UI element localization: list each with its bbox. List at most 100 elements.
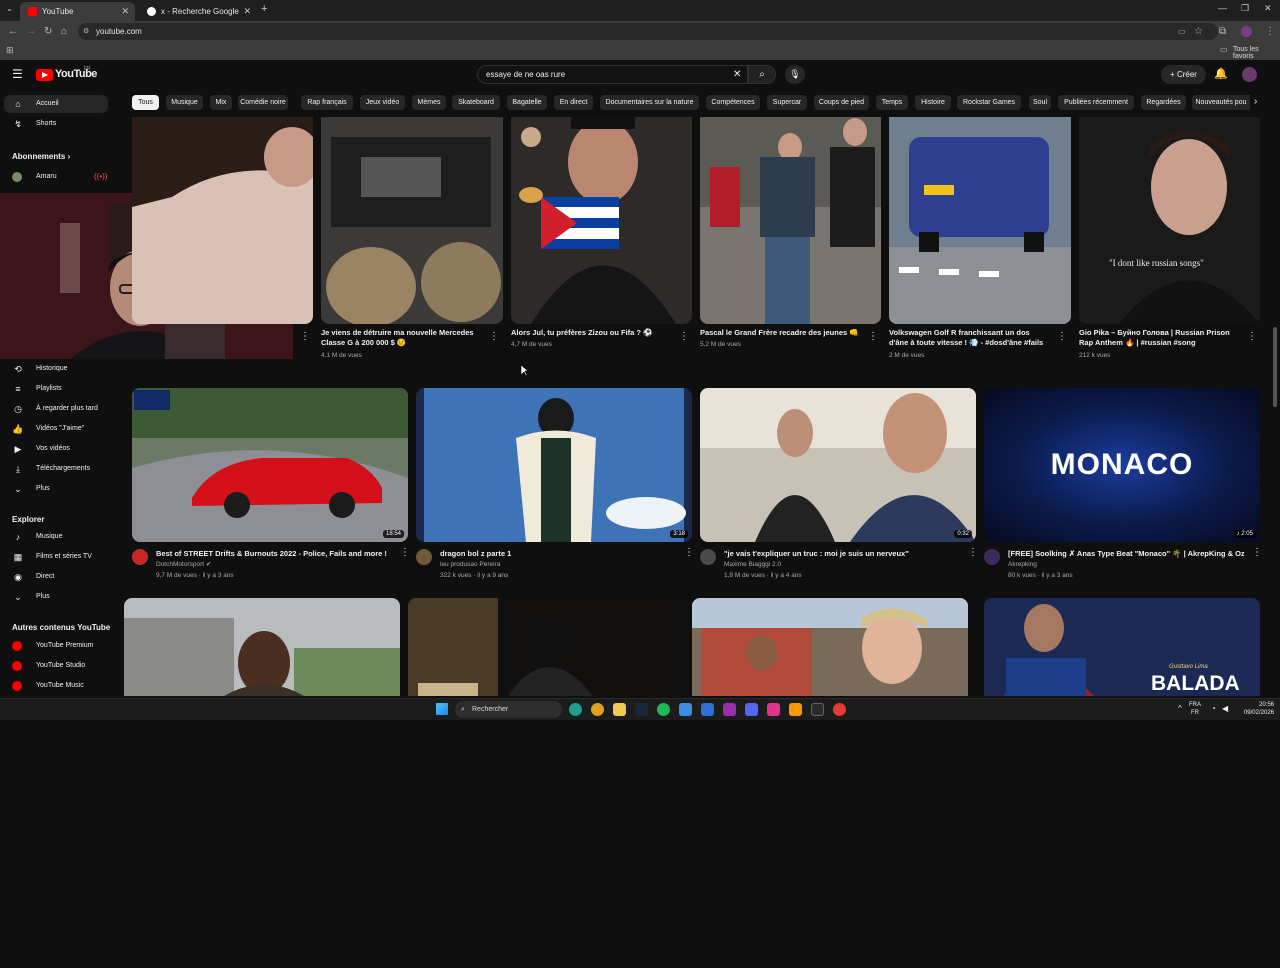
channel-name[interactable]: Maxime Biagggi 2.0 [724, 560, 781, 570]
chip-8[interactable]: Bagatelle [507, 95, 547, 110]
sidebar-item-shorts[interactable]: ↯ Shorts [4, 115, 108, 133]
sidebar-item-explore-3[interactable]: ⌄ Plus [4, 588, 108, 606]
app-icon[interactable] [789, 703, 802, 716]
sidebar-item-you-6[interactable]: ⌄ Plus [4, 480, 108, 498]
extensions-icon[interactable]: ⧉ [1219, 21, 1226, 42]
close-icon[interactable]: ✕ [243, 2, 251, 21]
chip-14[interactable]: Temps [876, 95, 908, 110]
cast-icon[interactable]: ▭ [1178, 21, 1186, 42]
chip-12[interactable]: Supercar [767, 95, 807, 110]
video-thumbnail[interactable] [408, 598, 684, 696]
clear-search-icon[interactable]: ✕ [733, 66, 741, 83]
sidebar-item-amaru[interactable]: Amaru ((•)) [4, 168, 108, 186]
sidebar-item-explore-0[interactable]: ♪ Musique [4, 528, 108, 546]
all-bookmarks-link[interactable]: Tous les favoris [1233, 46, 1280, 60]
video-menu-icon[interactable]: ⋮ [1057, 331, 1067, 342]
chip-19[interactable]: Regardées [1141, 95, 1186, 110]
sidebar-item-you-0[interactable]: ⟲ Historique [4, 360, 108, 378]
photos-icon[interactable] [679, 703, 692, 716]
sidebar-item-home[interactable]: ⌂ Accueil [4, 95, 108, 113]
chip-20[interactable]: Nouveautés pou [1192, 95, 1250, 110]
hamburger-menu-icon[interactable]: ☰ [12, 67, 23, 81]
video-menu-icon[interactable]: ⋮ [968, 547, 978, 558]
chip-9[interactable]: En direct [554, 95, 593, 110]
chip-0[interactable]: Tous [132, 95, 159, 110]
maximize-icon[interactable]: ❐ [1241, 3, 1249, 14]
chrome-icon[interactable] [591, 703, 604, 716]
video-title[interactable]: Best of STREET Drifts & Burnouts 2022 - … [156, 549, 394, 559]
chip-6[interactable]: Mèmes [412, 95, 446, 110]
create-button[interactable]: + Créer [1161, 65, 1206, 84]
sidebar-item-you-2[interactable]: ◷ À regarder plus tard [4, 400, 108, 418]
volume-icon[interactable]: ◀ [1222, 704, 1228, 713]
video-title[interactable]: [FREE] Soolking ✗ Anas Type Beat "Monaco… [1008, 549, 1246, 559]
steam-icon[interactable] [635, 703, 648, 716]
sidebar-item-more-0[interactable]: YouTube Premium [4, 637, 108, 655]
video-thumbnail[interactable] [511, 117, 692, 324]
sidebar-item-you-5[interactable]: ⤓ Téléchargements [4, 460, 108, 478]
taskbar-search[interactable]: ⌕ Rechercher [455, 701, 562, 718]
video-title[interactable]: Gio Pika – Буйно Голова | Russian Prison… [1079, 328, 1239, 349]
chip-1[interactable]: Musique [166, 95, 203, 110]
video-thumbnail[interactable]: MONACO ♪ 2:05 [984, 388, 1260, 542]
menu-icon[interactable]: ⋮ [1265, 21, 1275, 42]
chip-11[interactable]: Compétences [706, 95, 760, 110]
notifications-icon[interactable]: 🔔 [1214, 67, 1228, 80]
sidebar-item-explore-1[interactable]: ▦ Films et séries TV [4, 548, 108, 566]
search-button[interactable]: ⌕ [748, 65, 776, 84]
scrollbar[interactable] [1273, 327, 1277, 407]
video-thumbnail[interactable] [132, 117, 313, 324]
video-thumbnail[interactable] [321, 117, 503, 324]
chip-16[interactable]: Rockstar Games [957, 95, 1021, 110]
chip-7[interactable]: Skateboard [452, 95, 500, 110]
app-icon[interactable] [811, 703, 824, 716]
chip-18[interactable]: Publiées récemment [1058, 95, 1134, 110]
video-title[interactable]: dragon bol z parte 1 [440, 549, 678, 559]
channel-name[interactable]: leu produsao Pereira [440, 560, 500, 570]
video-thumbnail[interactable] [124, 598, 400, 696]
video-thumbnail[interactable] [700, 117, 881, 324]
search-input[interactable]: essaye de ne oas rure ✕ [477, 65, 748, 84]
video-thumbnail[interactable]: "I dont like russian songs" [1079, 117, 1260, 324]
edge-icon[interactable] [569, 703, 582, 716]
chip-15[interactable]: Histoire [915, 95, 951, 110]
channel-avatar[interactable] [132, 549, 148, 565]
chip-10[interactable]: Documentaires sur la nature [600, 95, 699, 110]
video-thumbnail[interactable] [692, 598, 968, 696]
sidebar-item-more-2[interactable]: YouTube Music [4, 677, 108, 695]
video-menu-icon[interactable]: ⋮ [1247, 331, 1257, 342]
video-menu-icon[interactable]: ⋮ [300, 331, 310, 342]
tab-youtube[interactable]: YouTube ✕ [20, 2, 135, 21]
video-thumbnail[interactable]: 3:18 [416, 388, 692, 542]
star-icon[interactable]: ☆ [1194, 21, 1203, 42]
spotify-icon[interactable] [657, 703, 670, 716]
voice-search-button[interactable]: 🎙 [785, 65, 805, 84]
sidebar-item-more-1[interactable]: YouTube Studio [4, 657, 108, 675]
video-thumbnail[interactable] [889, 117, 1071, 324]
video-thumbnail[interactable]: Gusttavo Lima BALADA [984, 598, 1260, 696]
app-icon[interactable] [767, 703, 780, 716]
subscriptions-heading[interactable]: Abonnements › [12, 152, 70, 161]
video-thumbnail[interactable]: 18:54 [132, 388, 408, 542]
discord-icon[interactable] [745, 703, 758, 716]
chip-2[interactable]: Mix [210, 95, 232, 110]
channel-avatar[interactable] [984, 549, 1000, 565]
video-title[interactable]: Je viens de détruire ma nouvelle Mercede… [321, 328, 481, 349]
home-browser-icon[interactable]: ⌂ [61, 21, 67, 42]
sidebar-item-you-4[interactable]: ▶ Vos vidéos [4, 440, 108, 458]
sidebar-item-explore-2[interactable]: ◉ Direct [4, 568, 108, 586]
app-icon[interactable] [701, 703, 714, 716]
language-indicator[interactable]: FRA FR [1189, 701, 1201, 717]
video-menu-icon[interactable]: ⋮ [400, 547, 410, 558]
apps-icon[interactable]: ⊞ [6, 45, 14, 56]
reload-icon[interactable]: ↻ [44, 21, 52, 42]
sidebar-item-you-1[interactable]: ≡ Playlists [4, 380, 108, 398]
video-menu-icon[interactable]: ⋮ [684, 547, 694, 558]
file-explorer-icon[interactable] [613, 703, 626, 716]
windows-start-icon[interactable] [436, 703, 448, 715]
channel-name[interactable]: Akrepking [1008, 560, 1037, 570]
video-menu-icon[interactable]: ⋮ [489, 331, 499, 342]
chip-13[interactable]: Coups de pied [814, 95, 869, 110]
video-menu-icon[interactable]: ⋮ [679, 331, 689, 342]
tab-google[interactable]: x - Recherche Google ✕ [139, 2, 257, 21]
